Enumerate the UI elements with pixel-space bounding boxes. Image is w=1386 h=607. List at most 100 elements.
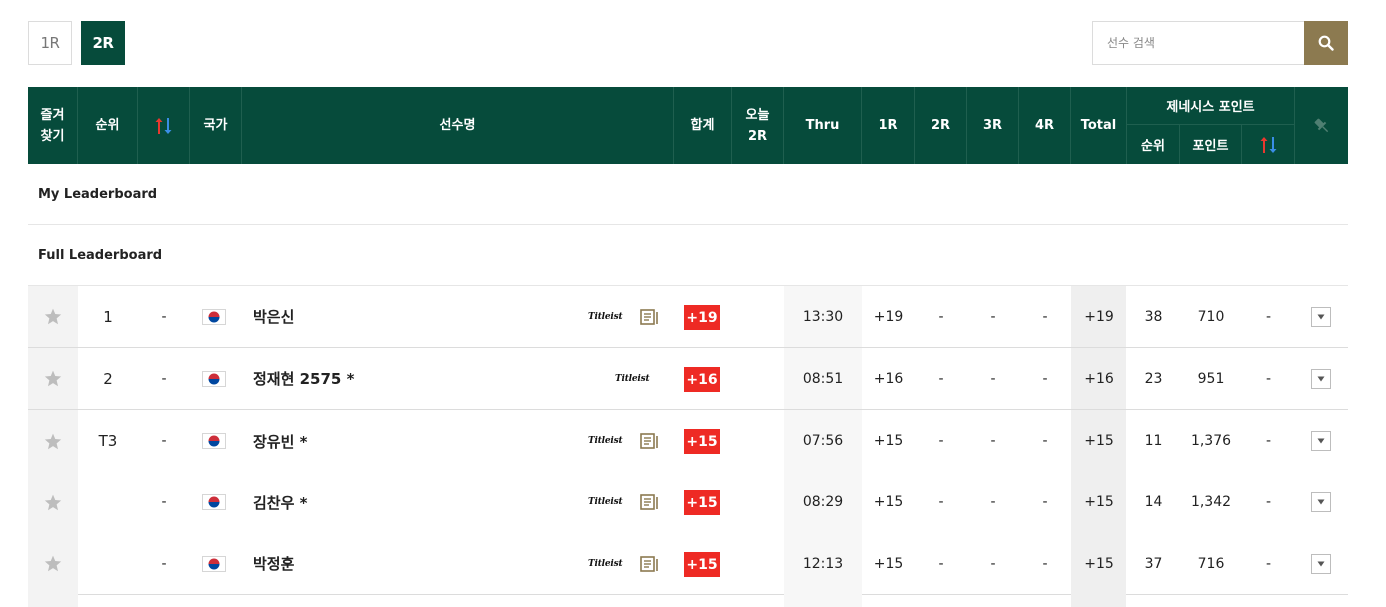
- player-rank: 2: [103, 369, 113, 388]
- news-icon[interactable]: [640, 556, 660, 572]
- genesis-rank: 37: [1144, 555, 1163, 572]
- total-score: +16: [1084, 370, 1114, 387]
- sponsor-logo: Titleist: [588, 497, 623, 507]
- sponsor-logo: Titleist: [588, 311, 623, 322]
- sponsor-logo: Titleist: [588, 558, 623, 569]
- round-1-score: +15: [873, 433, 904, 449]
- header-r3: 3R: [967, 87, 1019, 164]
- round-1-score: +15: [873, 555, 904, 572]
- news-icon[interactable]: [640, 433, 660, 449]
- favorite-button[interactable]: [28, 533, 78, 594]
- player-name[interactable]: 김찬우 *: [253, 471, 307, 533]
- genesis-move: -: [1265, 370, 1272, 387]
- expand-dropdown-button[interactable]: [1311, 492, 1331, 512]
- total-score: +15: [1084, 433, 1114, 449]
- player-search: [1092, 21, 1348, 65]
- header-genesis-rank: 순위: [1127, 125, 1180, 164]
- table-continuation: [28, 594, 78, 607]
- search-input[interactable]: [1092, 21, 1304, 65]
- genesis-points: 710: [1197, 308, 1225, 325]
- expand-dropdown-button[interactable]: [1311, 431, 1331, 451]
- round-tabs: 1R 2R: [28, 21, 125, 65]
- favorite-button[interactable]: [28, 348, 78, 409]
- round-4-score: -: [1042, 555, 1048, 572]
- genesis-points: 1,342: [1190, 494, 1232, 510]
- player-rank: [78, 471, 138, 533]
- today-score: [732, 286, 784, 347]
- expand-dropdown-button[interactable]: [1311, 554, 1331, 574]
- sponsor-logo: Titleist: [588, 436, 623, 446]
- genesis-points: 716: [1197, 555, 1225, 572]
- korea-flag-icon: [202, 371, 226, 387]
- thru-time: 13:30: [802, 308, 844, 325]
- player-name[interactable]: 정재현 2575 *: [253, 348, 354, 409]
- sort-arrows-icon: [155, 117, 172, 135]
- korea-flag-icon: [202, 494, 226, 510]
- round-2-score: -: [938, 433, 944, 449]
- header-r4: 4R: [1019, 87, 1071, 164]
- favorite-button[interactable]: [28, 410, 78, 472]
- chevron-down-icon: [1317, 376, 1325, 382]
- table-row: 2 - 정재현 2575 * Titleist +16 08:51 +16 - …: [28, 348, 1348, 410]
- round-tab-2r[interactable]: 2R: [81, 21, 125, 65]
- player-name[interactable]: 장유빈 *: [253, 410, 307, 472]
- round-4-score: -: [1042, 433, 1048, 449]
- search-button[interactable]: [1304, 21, 1348, 65]
- rank-move: -: [161, 433, 167, 449]
- header-thru: Thru: [784, 87, 862, 164]
- today-score: [732, 533, 784, 594]
- player-name[interactable]: 박은신: [253, 286, 294, 347]
- rank-move: -: [161, 494, 167, 510]
- rank-move: -: [161, 555, 167, 572]
- header-rank[interactable]: 순위: [78, 87, 138, 164]
- player-rank: 1: [103, 307, 113, 326]
- expand-dropdown-button[interactable]: [1311, 307, 1331, 327]
- round-1-score: +16: [873, 370, 904, 387]
- chevron-down-icon: [1317, 499, 1325, 505]
- header-genesis-move[interactable]: [1242, 125, 1295, 164]
- favorite-button[interactable]: [28, 471, 78, 533]
- korea-flag-icon: [202, 309, 226, 325]
- header-settings[interactable]: [1295, 87, 1348, 164]
- thru-time: 08:29: [802, 494, 844, 510]
- korea-flag-icon: [202, 556, 226, 572]
- player-rank: [78, 533, 138, 594]
- header-r1: 1R: [862, 87, 915, 164]
- star-icon: [44, 494, 62, 510]
- table-continuation: [784, 594, 862, 607]
- genesis-rank: 11: [1144, 433, 1163, 449]
- round-1-score: +19: [873, 308, 904, 325]
- news-icon[interactable]: [640, 309, 660, 325]
- header-genesis-points: 포인트: [1180, 125, 1242, 164]
- round-tab-1r[interactable]: 1R: [28, 21, 72, 65]
- header-r2: 2R: [915, 87, 967, 164]
- genesis-move: -: [1265, 308, 1272, 325]
- genesis-points: 951: [1197, 370, 1225, 387]
- table-row: T3 - 장유빈 * Titleist +15 07:56 +15 - - - …: [28, 410, 1348, 472]
- full-leaderboard-title: Full Leaderboard: [28, 225, 1348, 286]
- favorite-button[interactable]: [28, 286, 78, 347]
- player-rank: T3: [98, 432, 118, 450]
- sort-arrows-icon: [1260, 136, 1277, 154]
- pin-icon: [1314, 118, 1328, 132]
- genesis-points: 1,376: [1190, 433, 1232, 449]
- score-badge: +19: [684, 305, 720, 330]
- genesis-move: -: [1265, 433, 1272, 449]
- round-2-score: -: [938, 308, 944, 325]
- thru-time: 08:51: [802, 370, 844, 387]
- my-leaderboard-title: My Leaderboard: [28, 164, 1348, 225]
- today-score: [732, 410, 784, 472]
- star-icon: [44, 555, 62, 572]
- thru-time: 12:13: [802, 555, 844, 572]
- expand-dropdown-button[interactable]: [1311, 369, 1331, 389]
- star-icon: [44, 433, 62, 449]
- genesis-rank: 23: [1144, 370, 1163, 387]
- search-icon: [1318, 35, 1334, 51]
- header-player: 선수명: [242, 87, 674, 164]
- header-move[interactable]: [138, 87, 190, 164]
- news-icon[interactable]: [640, 494, 660, 510]
- player-name[interactable]: 박정훈: [253, 533, 294, 594]
- round-2-score: -: [938, 494, 944, 510]
- total-score: +15: [1084, 555, 1114, 572]
- round-3-score: -: [990, 433, 996, 449]
